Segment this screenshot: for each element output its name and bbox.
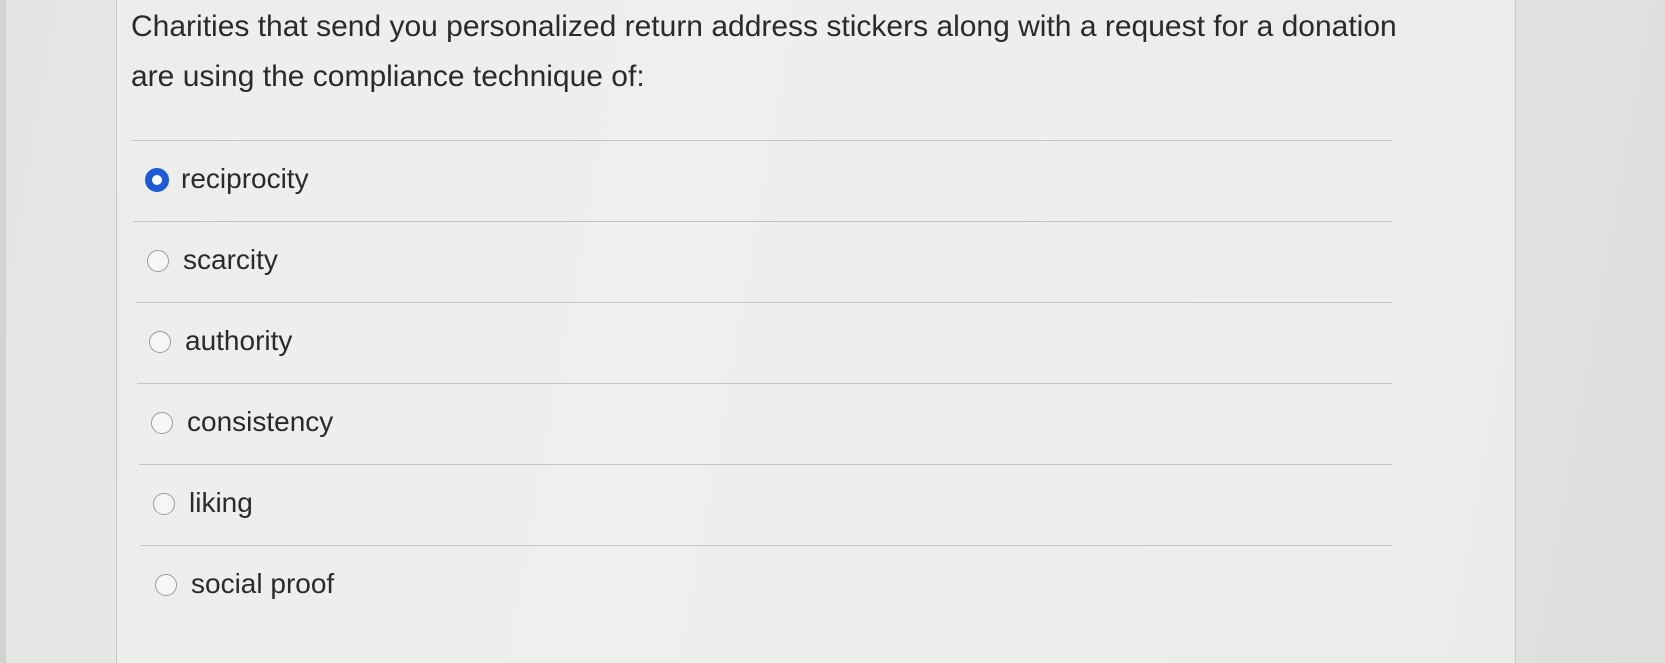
answer-list: reciprocity scarcity authority consisten… [117,140,1517,626]
answer-option-reciprocity[interactable]: reciprocity [131,140,1392,221]
answer-label[interactable]: consistency [187,402,333,442]
quiz-question-panel: Charities that send you personalized ret… [116,0,1516,663]
answer-label[interactable]: liking [189,483,253,523]
radio-unselected-icon[interactable] [149,331,171,353]
radio-unselected-icon[interactable] [155,574,177,596]
answer-label[interactable]: scarcity [183,240,278,280]
answer-option-social-proof[interactable]: social proof [141,545,1392,626]
answer-label[interactable]: reciprocity [181,159,309,199]
answer-option-authority[interactable]: authority [135,302,1392,383]
answer-option-liking[interactable]: liking [139,464,1392,545]
radio-selected-icon[interactable] [145,168,169,192]
answer-option-consistency[interactable]: consistency [137,383,1392,464]
answer-label[interactable]: authority [185,321,292,361]
radio-unselected-icon[interactable] [153,493,175,515]
answer-option-scarcity[interactable]: scarcity [133,221,1392,302]
radio-unselected-icon[interactable] [151,412,173,434]
radio-unselected-icon[interactable] [147,250,169,272]
question-text: Charities that send you personalized ret… [131,10,1397,93]
answer-label[interactable]: social proof [191,564,334,604]
page-edge [0,0,6,663]
